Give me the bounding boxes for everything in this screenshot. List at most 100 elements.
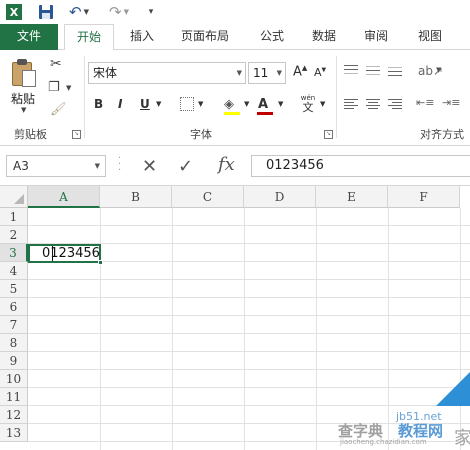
underline-dropdown-icon[interactable]: ▼ <box>156 94 161 114</box>
text-cursor <box>52 246 53 261</box>
paste-icon[interactable] <box>12 58 38 88</box>
phonetic-guide-button[interactable]: wén 文 <box>298 94 318 114</box>
row-header-11[interactable]: 11 <box>0 388 28 406</box>
font-size-value: 11 <box>253 66 269 80</box>
fill-color-dropdown-icon[interactable]: ▼ <box>244 94 249 114</box>
shrink-font-button[interactable]: A▼ <box>314 66 326 79</box>
row-header-5[interactable]: 5 <box>0 280 28 298</box>
cut-icon[interactable]: ✂ <box>50 56 62 72</box>
chevron-down-icon: ▼ <box>94 162 100 170</box>
grid-row-line <box>28 405 470 406</box>
alignment-group-label: 对齐方式 <box>420 128 464 141</box>
border-dropdown-icon[interactable]: ▼ <box>198 94 203 114</box>
grid-row-line <box>28 279 470 280</box>
copy-icon[interactable]: ❐ <box>48 80 60 95</box>
tab-insert[interactable]: 插入 <box>122 24 162 50</box>
format-painter-icon[interactable]: 🖌 <box>50 102 67 117</box>
column-header-b[interactable]: B <box>100 186 172 208</box>
fill-handle[interactable] <box>98 260 103 265</box>
fill-color-icon[interactable]: ◈ <box>224 94 234 114</box>
italic-button[interactable]: I <box>118 94 122 114</box>
enter-icon[interactable]: ✓ <box>178 156 193 177</box>
copy-dropdown-icon[interactable]: ▼ <box>66 84 71 92</box>
font-color-icon[interactable]: A <box>258 94 268 114</box>
font-size-select[interactable]: 11 ▼ <box>248 62 286 84</box>
increase-indent-icon[interactable]: ⇥≡ <box>442 96 460 109</box>
font-group-label: 字体 <box>190 128 212 141</box>
column-header-c[interactable]: C <box>172 186 244 208</box>
grid-column-line <box>172 208 173 450</box>
row-header-7[interactable]: 7 <box>0 316 28 334</box>
grid-row-line <box>28 351 470 352</box>
tab-formulas[interactable]: 公式 <box>254 24 290 50</box>
row-header-2[interactable]: 2 <box>0 226 28 244</box>
row-header-6[interactable]: 6 <box>0 298 28 316</box>
align-bottom-icon[interactable] <box>388 64 402 76</box>
drag-handle-icon[interactable]: · · · <box>118 154 122 176</box>
grid-row-line <box>28 315 470 316</box>
row-header-13[interactable]: 13 <box>0 424 28 442</box>
name-box-value: A3 <box>13 159 29 173</box>
column-header-f[interactable]: F <box>388 186 460 208</box>
align-left-icon[interactable] <box>344 98 358 110</box>
row-header-8[interactable]: 8 <box>0 334 28 352</box>
font-launcher-icon[interactable]: ↘ <box>324 130 333 139</box>
paste-dropdown-icon[interactable]: ▼ <box>21 106 26 114</box>
align-middle-icon[interactable] <box>366 64 380 76</box>
name-box[interactable]: A3 ▼ <box>6 155 106 177</box>
watermark-corner <box>436 372 470 406</box>
row-header-1[interactable]: 1 <box>0 208 28 226</box>
redo-icon[interactable]: ↷ ▼ <box>106 2 132 22</box>
tab-file[interactable]: 文件 <box>0 24 58 50</box>
font-name-select[interactable]: 宋体 ▼ <box>88 62 246 84</box>
row-header-12[interactable]: 12 <box>0 406 28 424</box>
tab-page-layout[interactable]: 页面布局 <box>174 24 236 50</box>
align-top-icon[interactable] <box>344 64 358 76</box>
fill-color-swatch <box>224 112 240 115</box>
font-color-dropdown-icon[interactable]: ▼ <box>278 94 283 114</box>
save-icon[interactable] <box>36 2 56 22</box>
cancel-icon[interactable]: ✕ <box>142 156 157 177</box>
align-center-icon[interactable] <box>366 98 380 110</box>
orientation-dropdown-icon[interactable]: ▼ <box>436 66 441 74</box>
cell-a3[interactable]: 0123456 <box>28 244 101 263</box>
column-header-e[interactable]: E <box>316 186 388 208</box>
tab-data[interactable]: 数据 <box>306 24 342 50</box>
ribbon: 粘贴 ▼ ✂ ❐ ▼ 🖌 剪贴板 ↘ 宋体 ▼ 11 ▼ A▲ A▼ B I U… <box>0 50 470 146</box>
group-divider <box>84 56 85 138</box>
chevron-down-icon: ▼ <box>276 69 282 77</box>
border-icon[interactable] <box>180 97 194 111</box>
font-name-value: 宋体 <box>93 66 118 80</box>
undo-icon[interactable]: ↶ ▼ <box>66 2 92 22</box>
chevron-down-icon: ▼ <box>236 69 242 77</box>
paste-button-label[interactable]: 粘贴 <box>11 90 35 107</box>
row-header-4[interactable]: 4 <box>0 262 28 280</box>
grow-font-button[interactable]: A▲ <box>293 64 307 79</box>
decrease-indent-icon[interactable]: ⇤≡ <box>416 96 434 109</box>
phonetic-bottom-label: 文 <box>302 101 314 114</box>
grid-row-line <box>28 333 470 334</box>
tab-home[interactable]: 开始 <box>64 24 114 51</box>
customize-toolbar-icon[interactable]: ▾ <box>144 2 158 22</box>
row-header-9[interactable]: 9 <box>0 352 28 370</box>
tab-view[interactable]: 视图 <box>412 24 448 50</box>
formula-input[interactable]: 0123456 <box>251 155 470 177</box>
watermark-glyph: 家 <box>454 428 470 449</box>
row-header-10[interactable]: 10 <box>0 370 28 388</box>
tab-review[interactable]: 审阅 <box>358 24 394 50</box>
insert-function-icon[interactable]: fx <box>218 154 235 175</box>
phonetic-dropdown-icon[interactable]: ▼ <box>320 94 325 114</box>
underline-button[interactable]: U <box>140 94 150 114</box>
align-right-icon[interactable] <box>388 98 402 110</box>
column-header-a[interactable]: A <box>28 186 100 208</box>
grid-column-line <box>460 208 461 450</box>
row-header-3[interactable]: 3 <box>0 244 28 262</box>
select-all-button[interactable] <box>0 186 28 208</box>
bold-button[interactable]: B <box>94 94 103 114</box>
column-header-d[interactable]: D <box>244 186 316 208</box>
grid-row-line <box>28 297 470 298</box>
formula-bar: A3 ▼ · · · ✕ ✓ fx 0123456 <box>0 146 470 186</box>
clipboard-group-label: 剪贴板 <box>14 128 47 141</box>
ribbon-tabs: 文件 开始 插入 页面布局 公式 数据 审阅 视图 <box>0 24 470 51</box>
clipboard-launcher-icon[interactable]: ↘ <box>72 130 81 139</box>
